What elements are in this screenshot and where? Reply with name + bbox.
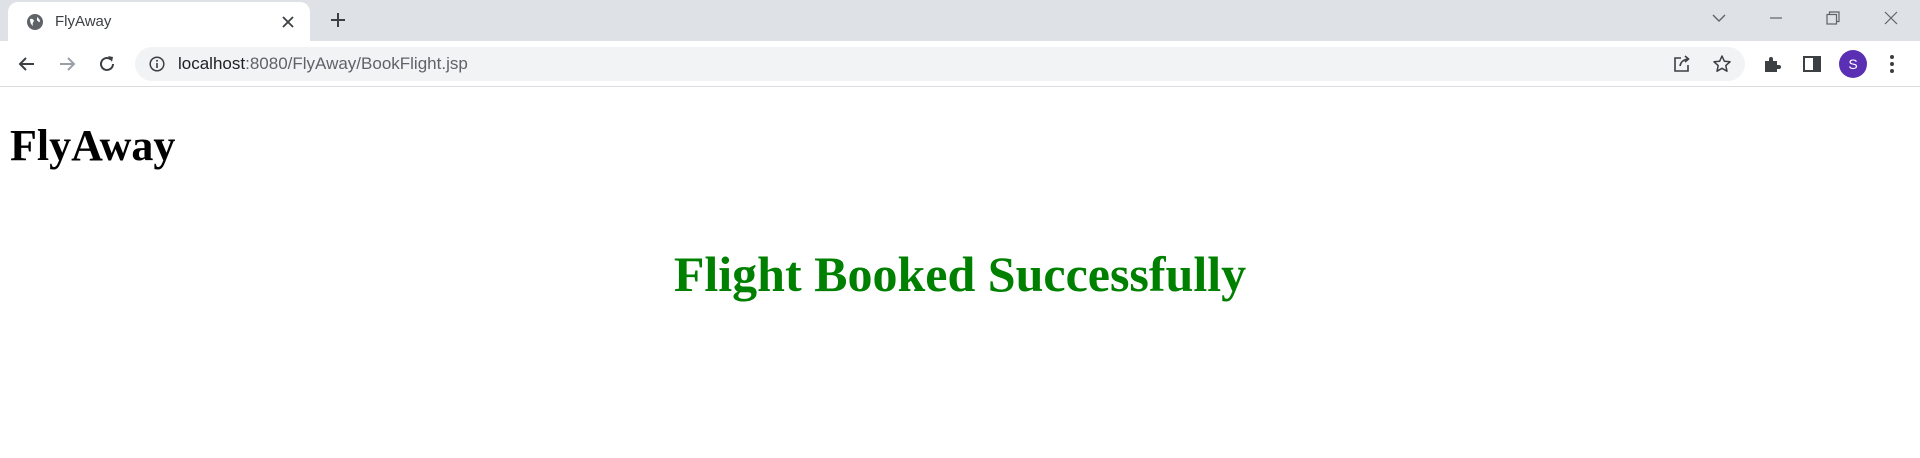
close-icon[interactable]: [1876, 6, 1906, 30]
minimize-icon[interactable]: [1761, 6, 1791, 30]
url-path: :8080/FlyAway/BookFlight.jsp: [245, 54, 468, 73]
share-icon[interactable]: [1671, 53, 1693, 75]
chevron-down-icon[interactable]: [1704, 6, 1734, 30]
puzzle-icon[interactable]: [1759, 51, 1785, 77]
plus-icon[interactable]: [326, 8, 350, 32]
page-title: FlyAway: [10, 121, 176, 170]
browser-toolbar: localhost:8080/FlyAway/BookFlight.jsp: [0, 41, 1920, 87]
arrow-right-icon[interactable]: [53, 50, 81, 78]
kebab-menu-icon[interactable]: [1879, 51, 1905, 77]
tab-title: FlyAway: [55, 13, 112, 30]
avatar[interactable]: S: [1839, 50, 1867, 78]
reload-icon[interactable]: [93, 50, 121, 78]
success-message: Flight Booked Successfully: [673, 246, 1247, 302]
info-icon[interactable]: [149, 56, 165, 72]
url-host: localhost: [178, 54, 246, 73]
restore-icon[interactable]: [1818, 6, 1848, 30]
arrow-left-icon[interactable]: [13, 50, 41, 78]
star-icon[interactable]: [1711, 53, 1733, 75]
globe-icon: [26, 13, 44, 31]
url-text: localhost:8080/FlyAway/BookFlight.jsp: [178, 54, 468, 74]
tab-strip: FlyAway: [0, 0, 1920, 41]
side-panel-icon[interactable]: [1799, 51, 1825, 77]
address-bar[interactable]: localhost:8080/FlyAway/BookFlight.jsp: [135, 47, 1745, 81]
close-icon[interactable]: [278, 12, 298, 32]
tab-flyaway[interactable]: FlyAway: [8, 2, 310, 41]
